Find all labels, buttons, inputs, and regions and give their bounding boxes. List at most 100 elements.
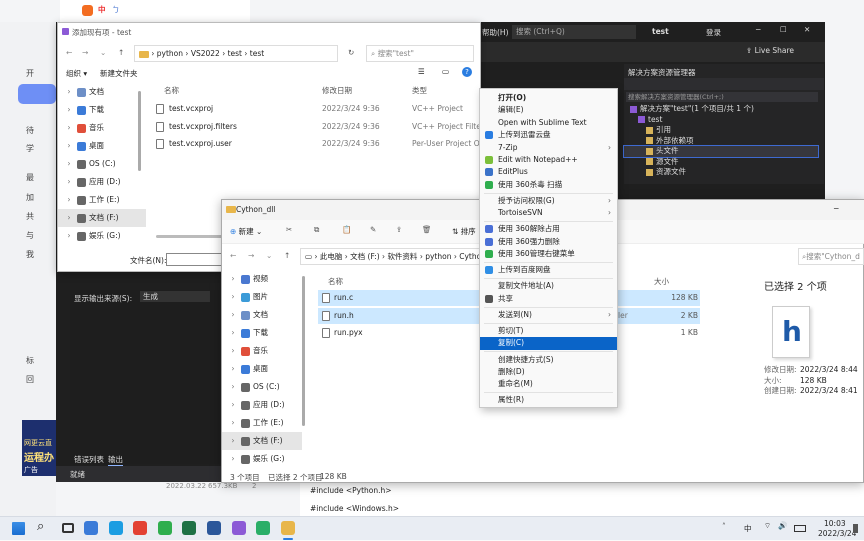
explorer-app-icon[interactable] [280, 521, 295, 540]
nav-item[interactable]: › 下载 [222, 324, 302, 342]
ime-chinese-label[interactable]: 中 [98, 4, 106, 15]
menu-item[interactable]: 编辑(E) [480, 104, 617, 116]
background-primary-button[interactable] [18, 84, 56, 104]
paste-icon[interactable]: 📋 [342, 225, 351, 234]
nav-item[interactable]: › OS (C:) [58, 155, 146, 173]
360-app-icon[interactable] [157, 521, 172, 535]
preview-pane-icon[interactable]: ▭ [442, 67, 449, 76]
solution-tree-item[interactable]: 头文件 [623, 145, 819, 158]
explorer-nav-scrollbar[interactable] [302, 276, 305, 426]
menu-item[interactable]: 使用 360强力删除 [480, 236, 617, 248]
column-header-name[interactable]: 名称 [328, 276, 343, 287]
menu-item[interactable]: 打开(O) [480, 92, 617, 104]
menu-item[interactable]: Edit with Notepad++ [480, 154, 617, 166]
forward-icon[interactable]: → [82, 48, 88, 57]
vs-search-input[interactable]: 搜索 (Ctrl+Q) [512, 25, 636, 39]
organize-button[interactable]: 组织 ▾ [66, 68, 87, 79]
dropdown-icon[interactable]: ⌄ [100, 48, 106, 57]
copy-icon[interactable]: ⧉ [314, 225, 319, 235]
minimize-icon[interactable]: ─ [756, 25, 761, 34]
sidebar-item[interactable]: 共 [26, 211, 34, 222]
wechat-app-icon[interactable] [256, 521, 271, 535]
column-header-type[interactable]: 类型 [412, 85, 427, 96]
nav-item[interactable]: › 应用 (D:) [58, 173, 146, 191]
menu-item[interactable]: 删除(D) [480, 366, 617, 378]
output-source-select[interactable]: 生成 [140, 291, 210, 302]
start-icon[interactable] [12, 522, 25, 535]
nav-item[interactable]: › 娱乐 (G:) [58, 227, 146, 245]
menu-item[interactable]: 重命名(M) [480, 378, 617, 390]
nav-item[interactable]: › 文档 [58, 83, 146, 101]
search-input[interactable]: ⌕ 搜索"test" [366, 45, 474, 62]
new-folder-button[interactable]: 新建文件夹 [100, 68, 138, 79]
file-row[interactable]: test.vcxproj.filters 2022/3/24 9:36 VC++ P… [154, 119, 480, 135]
nav-item[interactable]: › 工作 (E:) [58, 191, 146, 209]
sidebar-item[interactable]: 开 [26, 68, 34, 79]
nav-item[interactable]: › 桌面 [58, 137, 146, 155]
breadcrumb-item[interactable]: Cytho [459, 252, 479, 261]
nav-item[interactable]: › 音乐 [222, 342, 302, 360]
breadcrumb-item[interactable]: 软件资料 [387, 252, 417, 261]
ime-indicator[interactable]: 中 [744, 523, 752, 534]
clock-time[interactable]: 10:03 [824, 519, 846, 528]
solution-tree-item[interactable]: 资源文件 [624, 167, 818, 178]
task-view-icon[interactable] [62, 523, 74, 533]
column-header-size[interactable]: 大小 [654, 276, 669, 287]
solution-explorer-search[interactable]: 搜索解决方案资源管理器(Ctrl+;) [626, 92, 818, 102]
menu-item[interactable]: EditPlus [480, 166, 617, 178]
vs-menu-help[interactable]: 帮助(H) [482, 27, 509, 38]
breadcrumb-item[interactable]: test [250, 49, 264, 58]
battery-icon[interactable] [794, 525, 806, 532]
tab-error-list[interactable]: 错误列表 [74, 454, 104, 465]
sidebar-item[interactable]: 学 [26, 143, 34, 154]
delete-icon[interactable]: 🗑 [422, 225, 432, 234]
sidebar-item[interactable]: 最 [26, 172, 34, 183]
menu-item[interactable]: 剪切(T) [480, 325, 617, 337]
minimize-icon[interactable]: ─ [834, 204, 839, 213]
close-icon[interactable]: ✕ [804, 25, 810, 34]
column-header-name[interactable]: 名称 [164, 85, 179, 96]
menu-item[interactable]: Open with Sublime Text [480, 117, 617, 129]
sort-button[interactable]: ⇅ 排序 [452, 226, 476, 237]
new-button[interactable]: ⊕ 新建 ⌄ [230, 226, 262, 237]
file-row[interactable]: test.vcxproj.user 2022/3/24 9:36 Per-User … [154, 136, 480, 152]
nav-item[interactable]: › 工作 (E:) [222, 414, 302, 432]
volume-icon[interactable]: 🔊 [778, 521, 787, 530]
column-header-modified[interactable]: 修改日期 [322, 85, 352, 96]
menu-item[interactable]: 使用 360杀毒 扫描 [480, 179, 617, 191]
dropdown-icon[interactable]: ⌄ [266, 251, 272, 260]
refresh-icon[interactable]: ↻ [348, 48, 354, 57]
breadcrumb-item[interactable]: python [157, 49, 183, 58]
clock-date[interactable]: 2022/3/24 [818, 529, 856, 538]
breadcrumb-item[interactable]: 文档 (F:) [350, 252, 380, 261]
chrome-app-icon[interactable] [133, 521, 148, 535]
menu-item[interactable]: 使用 360解除占用 [480, 223, 617, 235]
sidebar-item[interactable]: 与 [26, 230, 34, 241]
breadcrumb-item[interactable]: 此电脑 [320, 252, 343, 261]
file-row[interactable]: test.vcxproj 2022/3/24 9:36 VC++ Project [154, 101, 480, 117]
nav-item[interactable]: › 音乐 [58, 119, 146, 137]
nav-item[interactable]: › 娱乐 (G:) [222, 450, 302, 468]
menu-item[interactable]: 授予访问权限(G) › [480, 195, 617, 207]
solution-tree-item[interactable]: 外部依赖项 [624, 136, 818, 147]
ad-banner[interactable]: 网更云直 运程办 广告 [22, 420, 56, 476]
up-icon[interactable]: ↑ [118, 48, 124, 57]
menu-item[interactable]: TortoiseSVN › [480, 207, 617, 219]
back-icon[interactable]: ← [230, 251, 236, 260]
menu-item[interactable]: 复制文件地址(A) [480, 280, 617, 292]
up-icon[interactable]: ↑ [284, 251, 290, 260]
nav-item[interactable]: › 桌面 [222, 360, 302, 378]
menu-item[interactable]: 发送到(N) › [480, 309, 617, 321]
sidebar-item[interactable]: 待 [26, 125, 34, 136]
menu-item[interactable]: 上传到迅雷云盘 [480, 129, 617, 141]
nav-item[interactable]: › 下载 [58, 101, 146, 119]
back-icon[interactable]: ← [66, 48, 72, 57]
search-input[interactable]: ⌕搜索"Cython_d [798, 248, 864, 265]
widgets-app-icon[interactable] [84, 521, 98, 535]
wifi-icon[interactable]: ⌔ [764, 521, 771, 531]
menu-item[interactable]: 创建快捷方式(S) [480, 354, 617, 366]
vs-app-icon[interactable] [231, 521, 246, 535]
view-icon[interactable]: ☰ [418, 67, 425, 76]
chevron-up-icon[interactable]: ˄ [722, 522, 726, 531]
menu-item[interactable]: 属性(R) [480, 394, 617, 406]
